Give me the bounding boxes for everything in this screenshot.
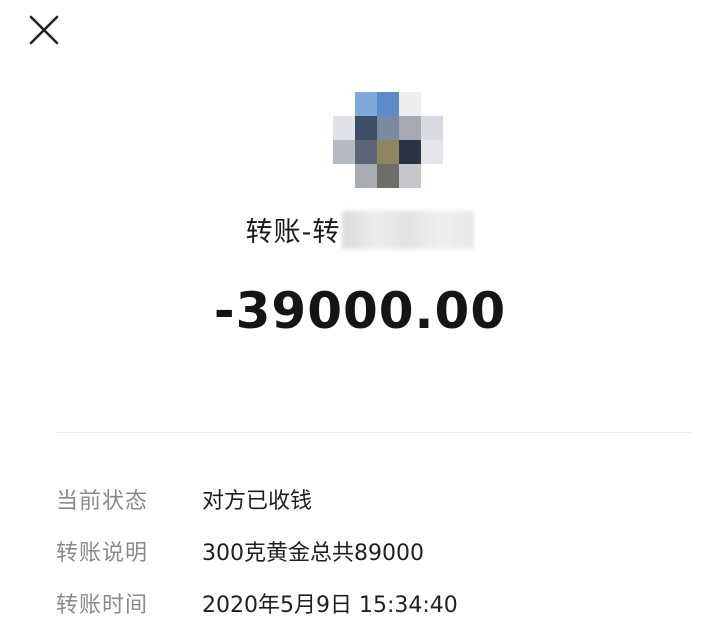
transfer-title: 转账-转 — [0, 210, 720, 253]
detail-label: 当前状态 — [56, 489, 149, 514]
avatar-pixel — [377, 92, 399, 116]
avatar-pixel — [421, 140, 443, 164]
avatar-pixel — [355, 140, 377, 164]
avatar-pixel — [399, 164, 421, 188]
avatar-pixel — [333, 116, 355, 140]
detail-value: 对方已收钱 — [202, 489, 313, 514]
transfer-amount: -39000.00 — [213, 282, 507, 340]
detail-value: 300克黄金总共89000 — [202, 541, 424, 566]
avatar-pixel — [377, 140, 399, 164]
avatar-pixel — [333, 164, 355, 188]
avatar-pixel — [421, 116, 443, 140]
transfer-title-text: 转账-转 — [245, 217, 341, 248]
avatar-pixel — [333, 92, 355, 116]
close-icon[interactable] — [28, 14, 60, 46]
detail-label: 转账说明 — [56, 541, 149, 566]
divider — [56, 432, 692, 433]
avatar-pixel — [355, 116, 377, 140]
avatar-pixel — [355, 92, 377, 116]
detail-value: 2020年5月9日 15:34:40 — [202, 593, 458, 618]
avatar — [333, 92, 443, 188]
close-button[interactable] — [28, 14, 60, 46]
avatar-pixel — [421, 92, 443, 116]
redacted-name — [342, 210, 475, 249]
avatar-pixel — [377, 116, 399, 140]
avatar-pixel — [333, 140, 355, 164]
avatar-pixel — [421, 164, 443, 188]
avatar-pixel — [377, 164, 399, 188]
avatar-pixel — [399, 92, 421, 116]
avatar-pixel — [355, 164, 377, 188]
detail-label: 转账时间 — [56, 593, 149, 618]
avatar-pixel — [399, 140, 421, 164]
avatar-pixel — [399, 116, 421, 140]
